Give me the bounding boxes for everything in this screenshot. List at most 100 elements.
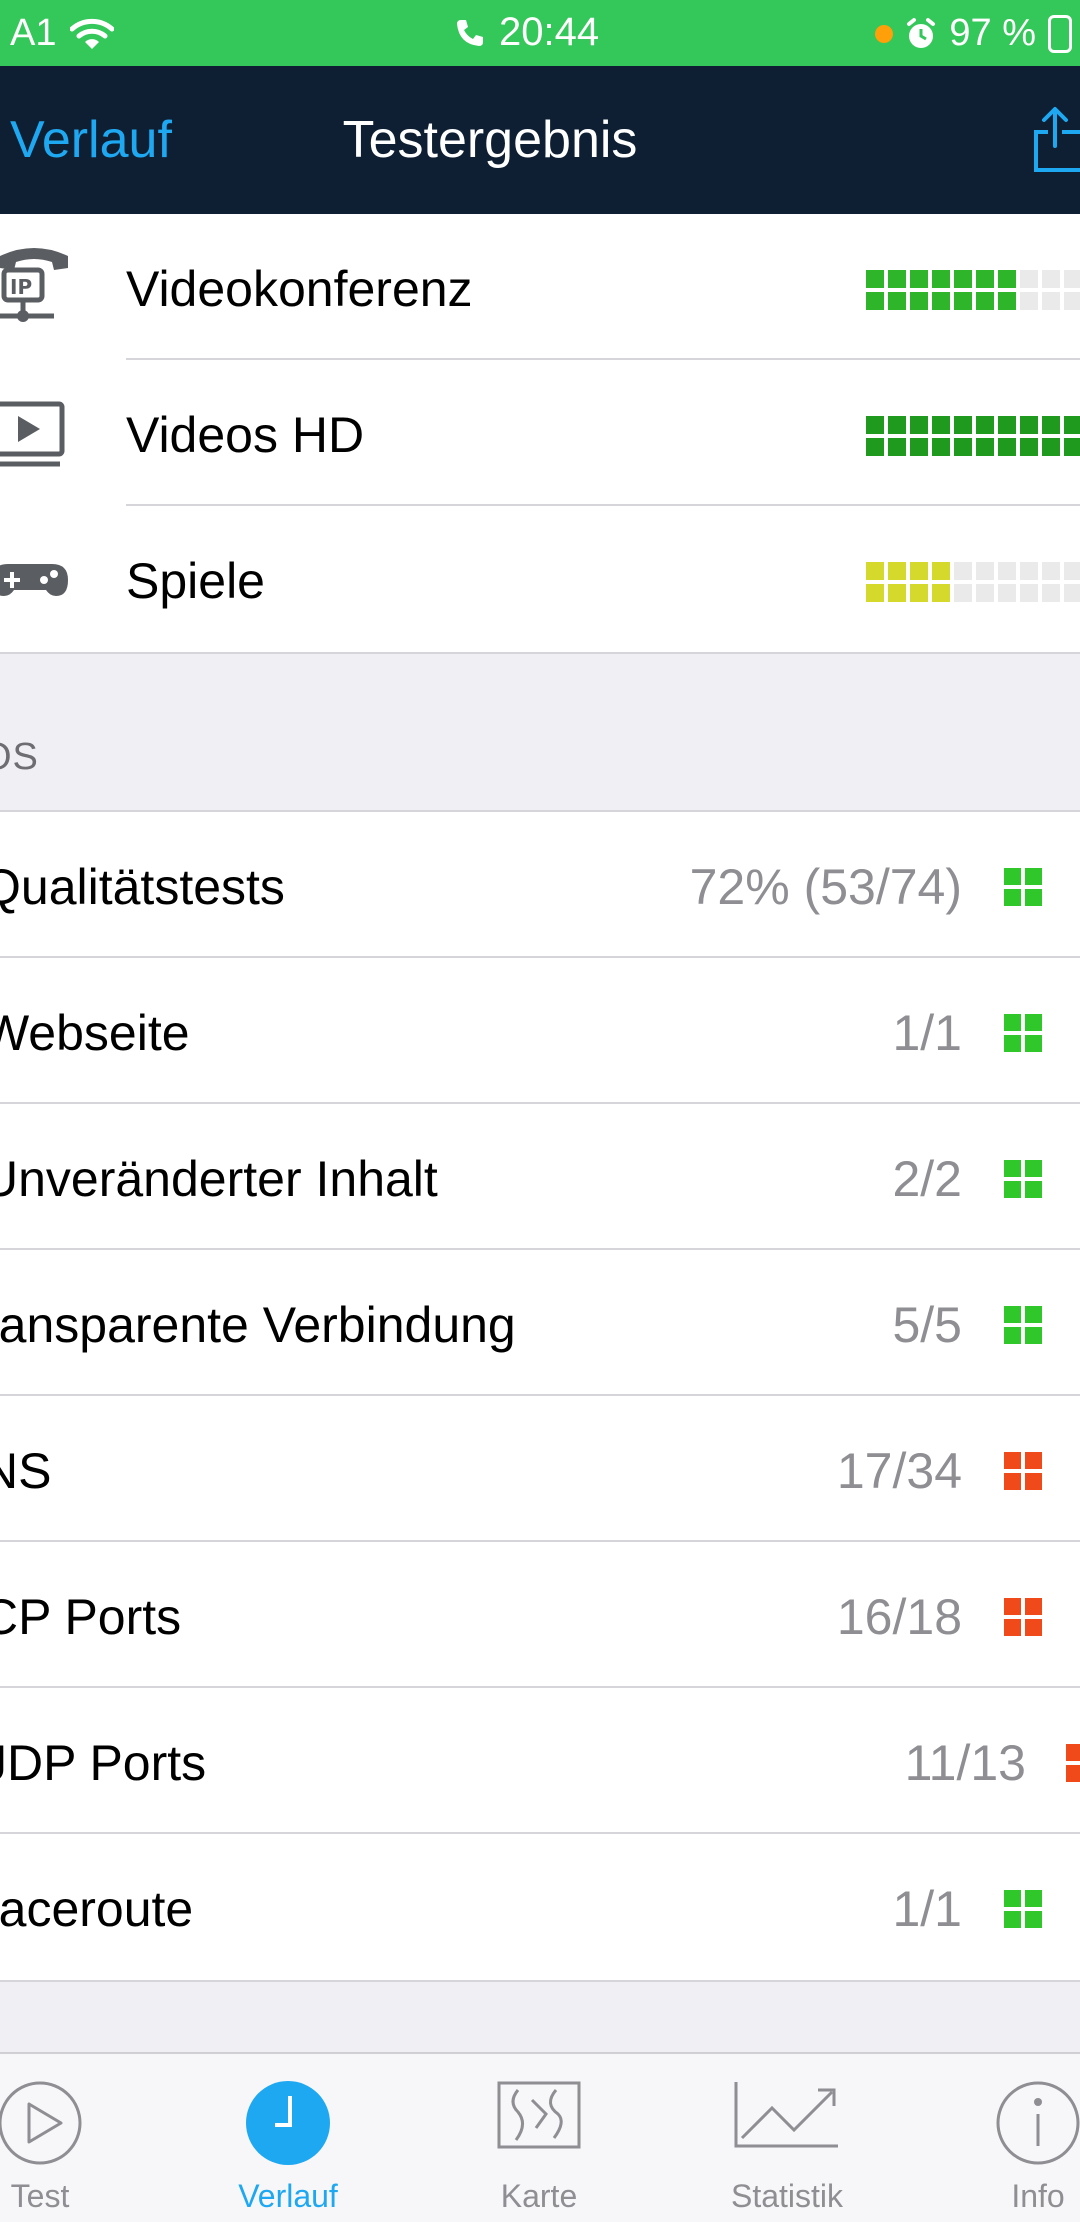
rating-segment — [1042, 270, 1060, 288]
rating-segment — [1064, 270, 1080, 288]
rating-segment — [954, 270, 972, 288]
qos-item-value: 5/5 — [892, 1297, 962, 1353]
status-square — [1004, 868, 1021, 885]
status-square — [1004, 1014, 1021, 1031]
status-square — [1004, 1306, 1021, 1323]
carrier-label: A1 — [10, 12, 57, 54]
rating-segment — [1020, 562, 1038, 580]
status-square — [1025, 868, 1042, 885]
rating-segment — [888, 270, 906, 288]
qos-item-label: Unveränderter Inhalt — [0, 1151, 438, 1207]
rating-segment — [932, 270, 950, 288]
rating-segment — [1020, 584, 1038, 602]
tab-verlauf[interactable]: Verlauf — [188, 2054, 388, 2222]
status-square — [1025, 1598, 1042, 1615]
rating-segment — [910, 416, 928, 434]
status-center: 20:44 — [455, 10, 599, 55]
rating-segment — [932, 584, 950, 602]
rating-label: Videokonferenz — [126, 261, 473, 317]
tab-karte[interactable]: Karte — [439, 2054, 639, 2222]
rating-segment — [910, 270, 928, 288]
tab-label: Statistik — [730, 2178, 844, 2214]
clock-time: 20:44 — [499, 10, 600, 54]
rating-segment — [910, 292, 928, 310]
status-square — [1004, 1160, 1021, 1177]
rating-segment — [866, 270, 884, 288]
status-indicator — [1004, 1306, 1042, 1344]
qos-item-label: CP Ports — [0, 1589, 182, 1645]
rating-segment — [932, 416, 950, 434]
rating-segment — [888, 584, 906, 602]
rating-segment — [1064, 416, 1080, 434]
qos-item-value: 16/18 — [836, 1589, 962, 1645]
qos-item-label: raceroute — [0, 1881, 194, 1937]
status-indicator — [1004, 1890, 1042, 1928]
play-circle-icon — [0, 2081, 82, 2165]
tab-statistik[interactable]: Statistik — [687, 2054, 887, 2222]
tab-label: Info — [1011, 2178, 1065, 2214]
rating-segment — [888, 438, 906, 456]
status-square — [1004, 1911, 1021, 1928]
tab-test[interactable]: Test — [0, 2054, 140, 2222]
rating-segment — [1020, 416, 1038, 434]
section-header-qos: OS — [0, 736, 39, 778]
rating-segment — [1042, 562, 1060, 580]
status-square — [1025, 889, 1042, 906]
qos-item[interactable]: ransparente Verbindung 5/5 — [0, 1250, 1080, 1396]
rating-segment — [888, 292, 906, 310]
clock-icon — [246, 2081, 330, 2165]
status-square — [1004, 889, 1021, 906]
svg-text:IP: IP — [10, 275, 32, 299]
status-square — [1004, 1890, 1021, 1907]
rating-segment — [866, 416, 884, 434]
qos-item[interactable]: Unveränderter Inhalt 2/2 — [0, 1104, 1080, 1250]
share-icon[interactable] — [1030, 106, 1080, 174]
list-item: Videos HD — [0, 360, 1080, 506]
rating-segment — [976, 416, 994, 434]
status-square — [1004, 1181, 1021, 1198]
rating-segment — [866, 584, 884, 602]
qos-item[interactable]: NS 17/34 — [0, 1396, 1080, 1542]
battery-percent: 97 % — [949, 12, 1036, 54]
video-screen-icon — [0, 401, 65, 467]
qos-list: Qualitätstests 72% (53/74) Webseite 1/1 … — [0, 810, 1080, 1982]
rating-segment — [998, 584, 1016, 602]
qos-item-value: 1/1 — [892, 1005, 962, 1061]
rating-segment — [1064, 438, 1080, 456]
usage-ratings-list: IP Videokonferenz Videos HD Spiele — [0, 214, 1080, 654]
status-square — [1004, 1473, 1021, 1490]
qos-item[interactable]: JDP Ports 11/13 — [0, 1688, 1080, 1834]
status-indicator — [1004, 868, 1042, 906]
tab-bar: Test Verlauf Karte Statistik Info — [0, 2052, 1080, 2222]
rating-segment — [954, 416, 972, 434]
rating-segment — [976, 292, 994, 310]
qos-item[interactable]: CP Ports 16/18 — [0, 1542, 1080, 1688]
rating-segment — [888, 562, 906, 580]
list-item: Spiele — [0, 506, 1080, 652]
rating-segment — [866, 562, 884, 580]
qos-item[interactable]: raceroute 1/1 — [0, 1834, 1080, 1980]
rating-segment — [954, 438, 972, 456]
qos-item[interactable]: Webseite 1/1 — [0, 958, 1080, 1104]
status-square — [1004, 1452, 1021, 1469]
rating-label: Videos HD — [126, 407, 365, 463]
status-indicator — [1004, 1014, 1042, 1052]
qos-item[interactable]: Qualitätstests 72% (53/74) — [0, 812, 1080, 958]
rating-segment — [866, 292, 884, 310]
privacy-dot-icon — [875, 24, 894, 43]
voip-phone-icon: IP — [0, 248, 68, 322]
status-square — [1025, 1306, 1042, 1323]
rating-segment — [866, 438, 884, 456]
status-square — [1025, 1890, 1042, 1907]
list-item: IP Videokonferenz — [0, 214, 1080, 360]
rating-segment — [998, 292, 1016, 310]
status-indicator — [1004, 1598, 1042, 1636]
rating-bars — [866, 270, 1080, 310]
rating-segment — [932, 292, 950, 310]
status-square — [1004, 1598, 1021, 1615]
rating-segment — [910, 562, 928, 580]
rating-segment — [1064, 584, 1080, 602]
rating-segment — [954, 584, 972, 602]
rating-segment — [1020, 292, 1038, 310]
tab-info[interactable]: Info — [938, 2054, 1080, 2222]
